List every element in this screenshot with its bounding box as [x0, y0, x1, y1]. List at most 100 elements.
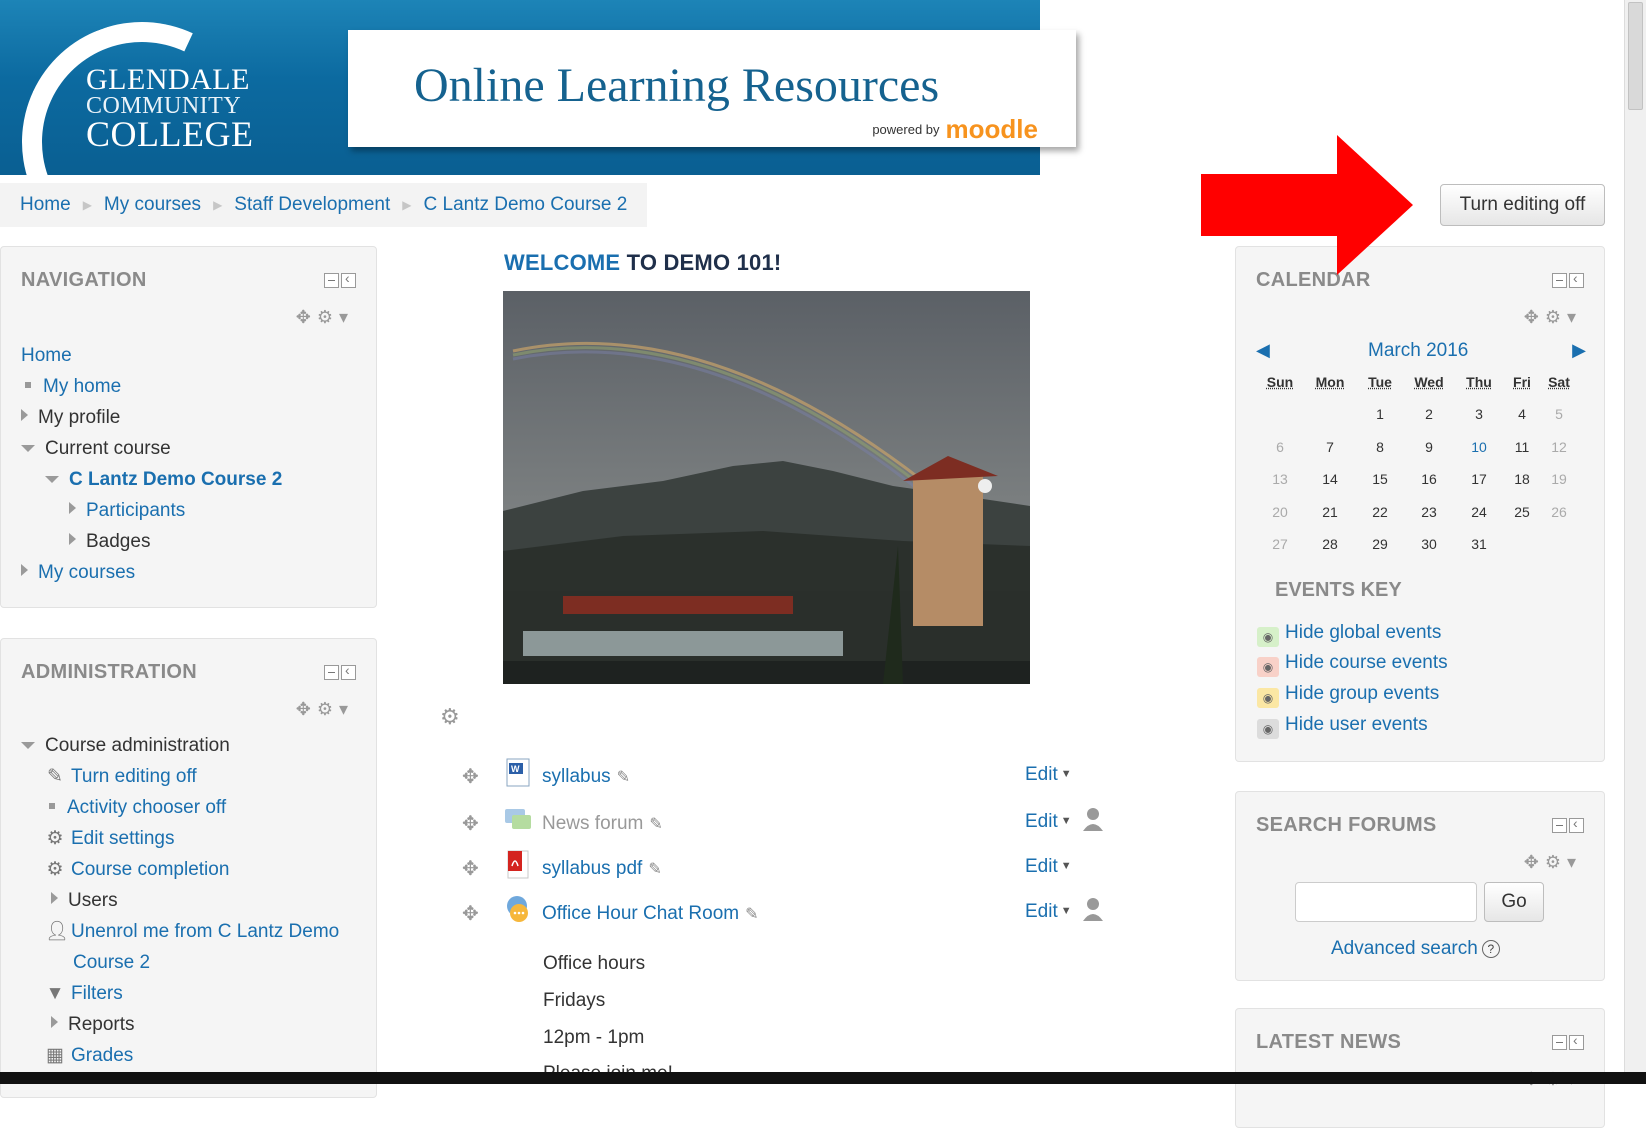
breadcrumb-course[interactable]: C Lantz Demo Course 2: [424, 194, 628, 216]
collapse-icon[interactable]: [45, 476, 59, 483]
minimize-block-icon[interactable]: [1552, 1035, 1567, 1050]
calendar-day: 18: [1504, 463, 1540, 496]
breadcrumb-staff-development[interactable]: Staff Development: [234, 194, 390, 216]
nav-current-course[interactable]: Current course: [21, 433, 282, 464]
expand-icon[interactable]: [69, 502, 76, 514]
move-icon[interactable]: ✥: [1524, 307, 1545, 327]
nav-course-link[interactable]: C Lantz Demo Course 2: [69, 469, 282, 490]
activity-row: ✥ W syllabus ✎ Edit ▼: [462, 758, 1122, 798]
collapse-icon[interactable]: [21, 742, 35, 749]
expand-icon[interactable]: [51, 1016, 58, 1028]
event-key-user: ◉ Hide user events: [1257, 714, 1428, 740]
calendar-day: 23: [1404, 496, 1454, 529]
minimize-block-icon[interactable]: [1552, 818, 1567, 833]
dock-block-icon[interactable]: [1569, 273, 1584, 288]
calendar-day-today[interactable]: 10: [1454, 431, 1504, 464]
admin-reports[interactable]: Reports: [21, 1009, 339, 1040]
caret-down-icon: ▼: [1061, 768, 1072, 780]
breadcrumb-home[interactable]: Home: [20, 194, 71, 216]
dock-block-icon[interactable]: [341, 273, 356, 288]
breadcrumb-my-courses[interactable]: My courses: [104, 194, 201, 216]
move-icon[interactable]: ✥: [296, 307, 317, 327]
expand-icon[interactable]: [69, 533, 76, 545]
assign-roles-user-icon[interactable]: [1082, 807, 1104, 833]
admin-turn-editing-off: ✎ Turn editing off: [21, 761, 339, 792]
minimize-block-icon[interactable]: [1552, 273, 1567, 288]
minimize-block-icon[interactable]: [324, 665, 339, 680]
calendar-day: [1304, 398, 1356, 431]
vertical-scrollbar[interactable]: ▼: [1624, 0, 1646, 1084]
edit-menu[interactable]: Edit ▼: [1025, 764, 1072, 786]
move-icon[interactable]: ✥: [462, 901, 479, 926]
day-header: Wed: [1404, 366, 1454, 398]
edit-title-pencil-icon[interactable]: ✎: [745, 906, 758, 923]
edit-title-pencil-icon[interactable]: ✎: [648, 861, 661, 878]
admin-course-completion: ⚙ Course completion: [21, 854, 339, 885]
move-icon[interactable]: ✥: [296, 699, 317, 719]
section-summary-heading: WELCOME TO DEMO 101!: [504, 250, 781, 276]
chat-icon[interactable]: [504, 895, 532, 925]
next-month-icon[interactable]: ▶: [1572, 340, 1586, 361]
calendar-day: [1256, 398, 1304, 431]
gear-icon[interactable]: ⚙▾: [317, 699, 354, 719]
pdf-icon[interactable]: [504, 850, 532, 880]
administration-tree: Course administration ✎ Turn editing off …: [21, 730, 339, 1071]
search-forums-input[interactable]: [1295, 882, 1477, 922]
calendar-month-link[interactable]: March 2016: [1368, 340, 1468, 362]
move-icon[interactable]: ✥: [462, 856, 479, 881]
gear-icon[interactable]: ⚙▾: [317, 307, 354, 327]
move-icon[interactable]: ✥: [1524, 852, 1545, 872]
dock-block-icon[interactable]: [1569, 1035, 1584, 1050]
administration-block-title: ADMINISTRATION: [21, 661, 197, 684]
admin-users[interactable]: Users: [21, 885, 339, 916]
edit-menu[interactable]: Edit ▼: [1025, 856, 1072, 878]
dock-block-icon[interactable]: [1569, 818, 1584, 833]
calendar-day: 28: [1304, 528, 1356, 561]
edit-title-pencil-icon[interactable]: ✎: [649, 816, 662, 833]
expand-icon[interactable]: [51, 892, 58, 904]
dock-block-icon[interactable]: [341, 665, 356, 680]
turn-editing-off-button[interactable]: Turn editing off: [1440, 184, 1605, 226]
search-go-button[interactable]: Go: [1484, 882, 1544, 922]
day-header: Mon: [1304, 366, 1356, 398]
admin-course-administration[interactable]: Course administration: [21, 730, 339, 761]
assign-roles-user-icon[interactable]: [1082, 897, 1104, 923]
nav-badges[interactable]: Badges: [21, 526, 282, 557]
nav-my-profile-label: My profile: [38, 407, 120, 428]
scrollbar-thumb[interactable]: [1628, 2, 1643, 110]
gear-icon[interactable]: ⚙▾: [1545, 852, 1582, 872]
advanced-search-link[interactable]: Advanced search: [1331, 938, 1478, 959]
calendar-day: 8: [1356, 431, 1404, 464]
minimize-block-icon[interactable]: [324, 273, 339, 288]
college-logo[interactable]: GLENDALE COMMUNITY COLLEGE: [86, 66, 266, 151]
window-bottom-edge: [0, 1072, 1646, 1084]
expand-icon[interactable]: [21, 564, 28, 576]
previous-month-icon[interactable]: ◀: [1256, 340, 1270, 361]
nav-my-courses: My courses: [21, 557, 282, 588]
word-doc-icon[interactable]: W: [504, 758, 532, 788]
nav-home-link[interactable]: Home: [21, 345, 72, 366]
nav-participants-link[interactable]: Participants: [86, 500, 185, 521]
collapse-icon[interactable]: [21, 445, 35, 452]
nav-my-home-link[interactable]: My home: [43, 376, 121, 397]
search-forums-block-title: SEARCH FORUMS: [1256, 814, 1437, 837]
bullet-icon: [25, 382, 31, 388]
nav-my-courses-link[interactable]: My courses: [38, 562, 135, 583]
section-edit-gear-icon[interactable]: ⚙: [440, 704, 460, 730]
move-icon[interactable]: ✥: [462, 811, 479, 836]
site-title-card[interactable]: Online Learning Resources powered by mood…: [348, 30, 1076, 147]
calendar-day: 20: [1256, 496, 1304, 529]
nav-my-profile[interactable]: My profile: [21, 402, 282, 433]
gear-icon[interactable]: ⚙▾: [1545, 307, 1582, 327]
calendar-day: 1: [1356, 398, 1404, 431]
expand-icon[interactable]: [21, 409, 28, 421]
help-icon[interactable]: ?: [1482, 940, 1500, 958]
nav-badges-label: Badges: [86, 531, 150, 552]
edit-title-pencil-icon[interactable]: ✎: [617, 769, 630, 786]
edit-menu[interactable]: Edit ▼: [1025, 901, 1072, 923]
edit-menu[interactable]: Edit ▼: [1025, 811, 1072, 833]
activity-description-line: 12pm - 1pm: [543, 1027, 644, 1049]
move-icon[interactable]: ✥: [462, 764, 479, 789]
campus-rainbow-photo: [503, 291, 1030, 684]
forum-icon[interactable]: [504, 805, 532, 835]
